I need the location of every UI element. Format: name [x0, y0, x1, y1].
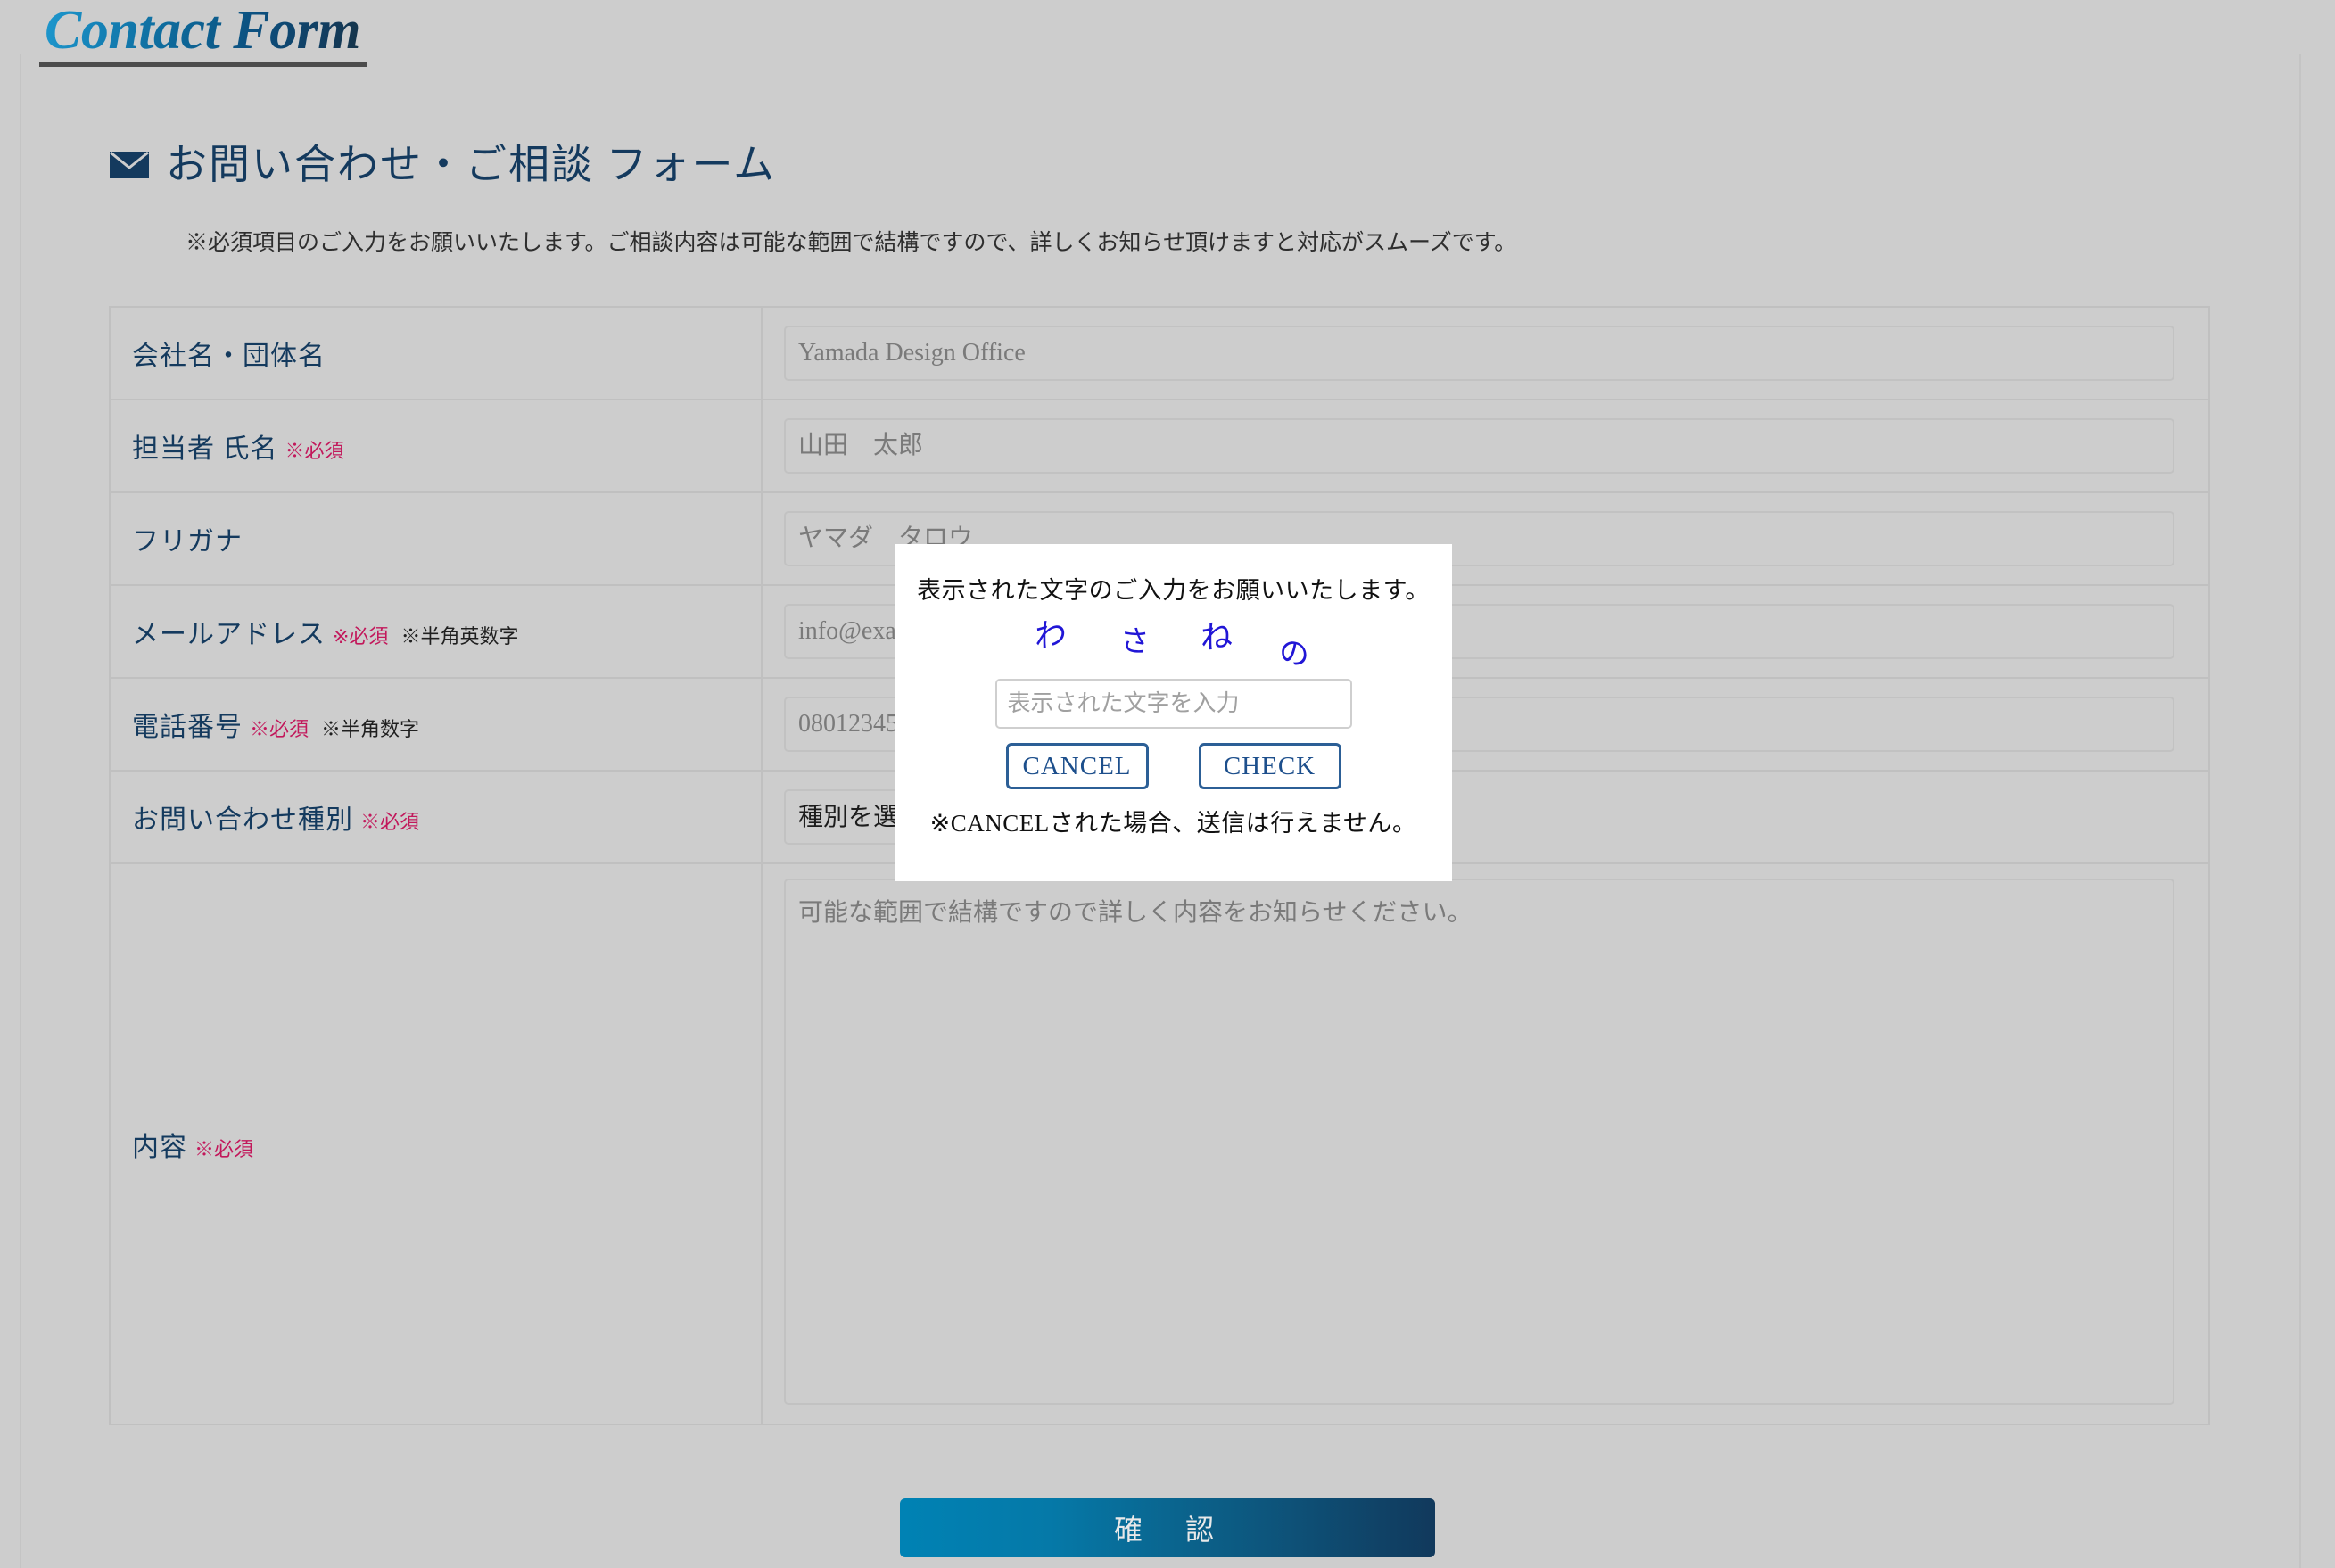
required-badge: ※必須: [285, 440, 344, 462]
required-badge: ※必須: [333, 625, 389, 648]
label-text: 電話番号: [132, 713, 243, 742]
required-badge: ※必須: [250, 718, 309, 740]
masthead: Contact Form: [39, 2, 368, 67]
field-label-email: メールアドレス ※必須 ※半角英数字: [109, 584, 763, 679]
submit-area: 確 認: [0, 1498, 2335, 1557]
field-label-company: 会社名・団体名: [109, 306, 763, 400]
field-hint: ※半角英数字: [400, 625, 519, 648]
captcha-char: わ: [1034, 614, 1067, 657]
captcha-image: わ さ ね の: [1022, 614, 1325, 675]
field-label-message: 内容 ※必須: [109, 862, 763, 1425]
table-row: 会社名・団体名: [109, 306, 2210, 400]
field-cell-message: [761, 862, 2210, 1425]
label-text: お問い合わせ種別: [132, 805, 353, 835]
field-label-phone: 電話番号 ※必須 ※半角数字: [109, 677, 763, 772]
confirm-button[interactable]: 確 認: [900, 1498, 1435, 1557]
captcha-char: ね: [1200, 617, 1233, 657]
label-text: フリガナ: [132, 527, 243, 557]
label-text: 担当者 氏名: [132, 434, 278, 464]
section-title: お問い合わせ・ご相談 フォーム: [166, 142, 777, 187]
field-cell-company: [761, 306, 2210, 400]
field-hint: ※半角数字: [321, 718, 420, 740]
captcha-input[interactable]: [994, 679, 1352, 729]
field-label-inquiry-type: お問い合わせ種別 ※必須: [109, 770, 763, 864]
page-root: Contact Form お問い合わせ・ご相談 フォーム ※必須項目のご入力をお…: [0, 0, 2335, 1568]
captcha-button-row: CANCEL CHECK: [1005, 743, 1341, 789]
message-textarea[interactable]: [784, 879, 2174, 1405]
table-row: 担当者 氏名 ※必須: [109, 399, 2210, 493]
field-label-contact-name: 担当者 氏名 ※必須: [109, 399, 763, 493]
field-label-furigana: フリガナ: [109, 491, 763, 586]
label-text: メールアドレス: [132, 620, 326, 649]
captcha-char: の: [1278, 632, 1309, 675]
captcha-cancel-button[interactable]: CANCEL: [1005, 743, 1149, 789]
captcha-char: さ: [1119, 622, 1150, 660]
envelope-icon: [110, 151, 149, 178]
captcha-footnote: ※CANCELされた場合、送信は行えません。: [929, 810, 1417, 837]
required-badge: ※必須: [194, 1137, 254, 1160]
captcha-prompt: 表示された文字のご入力をお願いいたします。: [917, 577, 1430, 604]
table-row: 内容 ※必須: [109, 862, 2210, 1425]
company-name-input[interactable]: [784, 326, 2174, 381]
section-heading: お問い合わせ・ご相談 フォーム: [109, 143, 776, 187]
site-title: Contact Form: [39, 2, 368, 67]
label-text: 会社名・団体名: [132, 342, 326, 371]
contact-name-input[interactable]: [784, 418, 2174, 474]
captcha-check-button[interactable]: CHECK: [1198, 743, 1341, 789]
form-note: ※必須項目のご入力をお願いいたします。ご相談内容は可能な範囲で結構ですので、詳し…: [186, 231, 1517, 255]
label-text: 内容: [132, 1132, 187, 1162]
field-cell-contact-name: [761, 399, 2210, 493]
captcha-modal: 表示された文字のご入力をお願いいたします。 わ さ ね の CANCEL CHE…: [895, 544, 1452, 881]
required-badge: ※必須: [360, 811, 420, 833]
